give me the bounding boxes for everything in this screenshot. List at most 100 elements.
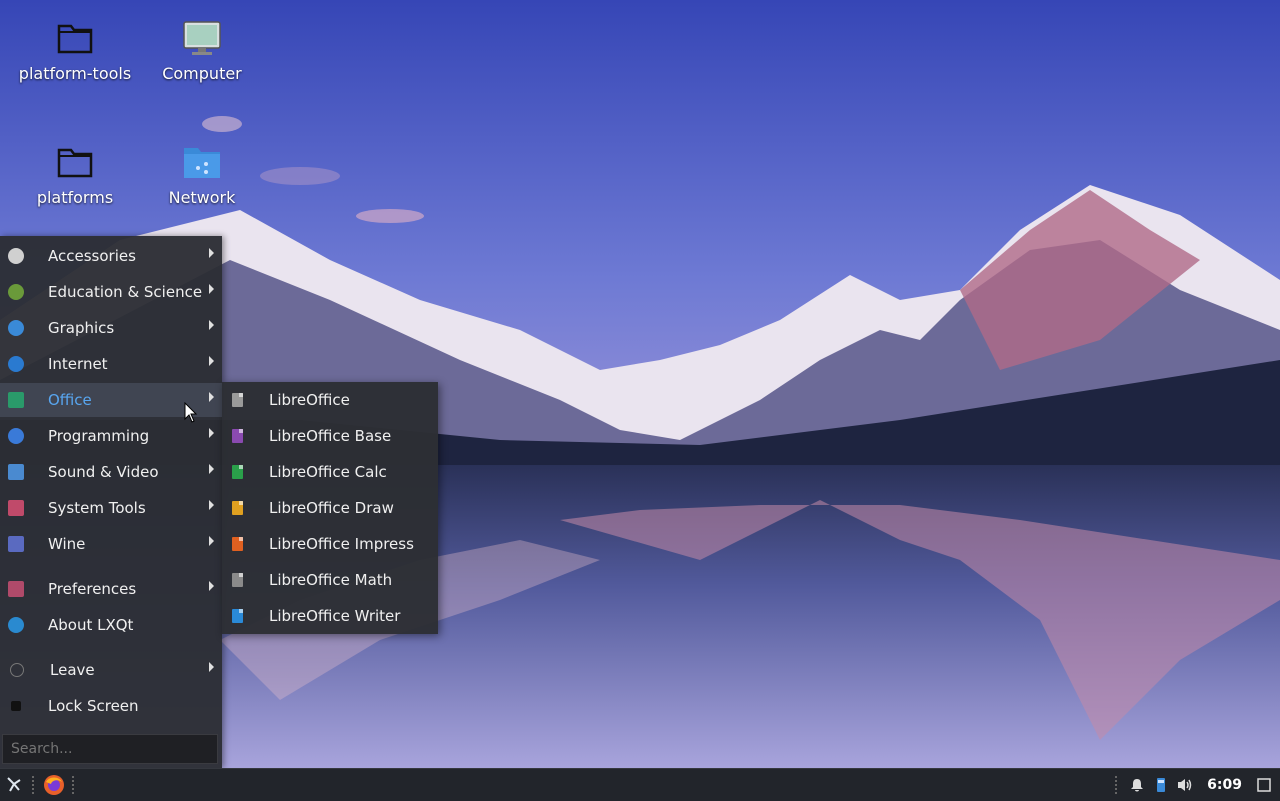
menu-item-internet[interactable]: Internet bbox=[0, 347, 222, 381]
desktop-icon-platforms[interactable]: platforms bbox=[15, 142, 135, 207]
submenu-item-label: LibreOffice bbox=[269, 391, 350, 409]
notification-bell-icon bbox=[1131, 779, 1144, 792]
chevron-right-icon bbox=[209, 428, 214, 438]
lxqt-icon bbox=[8, 617, 24, 633]
menu-item-label: Education & Science bbox=[48, 283, 203, 301]
application-menu: Accessories Education & Science Graphics… bbox=[0, 236, 222, 768]
chevron-right-icon bbox=[209, 500, 214, 510]
office-icon bbox=[8, 392, 24, 408]
taskbar-separator bbox=[72, 776, 76, 794]
menu-item-label: Leave bbox=[50, 661, 95, 679]
desktop-icon-label: platform-tools bbox=[18, 64, 132, 83]
desktop-icon-label: Network bbox=[168, 188, 236, 207]
menu-item-label: Sound & Video bbox=[48, 463, 159, 481]
removable-media-button[interactable] bbox=[1149, 773, 1173, 797]
libreoffice-impress-icon bbox=[232, 537, 243, 551]
menu-item-label: Internet bbox=[48, 355, 108, 373]
chevron-right-icon bbox=[209, 392, 214, 402]
education-icon bbox=[8, 284, 24, 300]
menu-item-system-tools[interactable]: System Tools bbox=[0, 491, 222, 525]
lxqt-menu-icon bbox=[7, 777, 21, 792]
accessories-icon bbox=[8, 248, 24, 264]
libreoffice-calc-icon bbox=[232, 465, 243, 479]
wine-icon bbox=[8, 536, 24, 552]
mouse-cursor-icon bbox=[184, 401, 198, 424]
chevron-right-icon bbox=[209, 248, 214, 258]
chevron-right-icon bbox=[209, 662, 214, 672]
taskbar: 6:09 bbox=[0, 768, 1280, 801]
show-desktop-icon bbox=[1257, 778, 1271, 792]
menu-item-label: Preferences bbox=[48, 580, 137, 598]
volume-icon bbox=[1178, 779, 1192, 791]
menu-item-education-science[interactable]: Education & Science bbox=[0, 275, 222, 309]
graphics-icon bbox=[8, 320, 24, 336]
menu-item-label: Lock Screen bbox=[48, 697, 139, 715]
usb-drive-icon bbox=[1157, 778, 1166, 792]
desktop-icon-network[interactable]: Network bbox=[142, 142, 262, 207]
menu-item-label: System Tools bbox=[48, 499, 146, 517]
desktop-icon-label: platforms bbox=[36, 188, 114, 207]
desktop-icon-label: Computer bbox=[162, 64, 242, 83]
folder-icon bbox=[55, 142, 95, 182]
submenu-item-libreoffice-math[interactable]: LibreOffice Math bbox=[222, 562, 438, 598]
submenu-item-label: LibreOffice Calc bbox=[269, 463, 387, 481]
show-desktop-button[interactable] bbox=[1252, 773, 1276, 797]
menu-item-preferences[interactable]: Preferences bbox=[0, 572, 222, 606]
submenu-item-libreoffice-base[interactable]: LibreOffice Base bbox=[222, 418, 438, 454]
desktop-icon-computer[interactable]: Computer bbox=[142, 18, 262, 83]
menu-item-programming[interactable]: Programming bbox=[0, 419, 222, 453]
submenu-item-libreoffice-impress[interactable]: LibreOffice Impress bbox=[222, 526, 438, 562]
preferences-icon bbox=[8, 581, 24, 597]
lock-icon bbox=[11, 701, 21, 711]
sound-video-icon bbox=[8, 464, 24, 480]
submenu-item-libreoffice[interactable]: LibreOffice bbox=[222, 382, 438, 418]
chevron-right-icon bbox=[209, 536, 214, 546]
firefox-launcher[interactable] bbox=[42, 773, 66, 797]
menu-item-label: Programming bbox=[48, 427, 150, 445]
submenu-item-libreoffice-writer[interactable]: LibreOffice Writer bbox=[222, 598, 438, 634]
programming-icon bbox=[8, 428, 24, 444]
internet-icon bbox=[8, 356, 24, 372]
libreoffice-writer-icon bbox=[232, 609, 243, 623]
chevron-right-icon bbox=[209, 284, 214, 294]
power-icon bbox=[10, 663, 24, 677]
firefox-icon bbox=[44, 775, 64, 795]
menu-item-about-lxqt[interactable]: About LXQt bbox=[0, 608, 222, 642]
network-folder-icon bbox=[182, 142, 222, 182]
submenu-item-libreoffice-calc[interactable]: LibreOffice Calc bbox=[222, 454, 438, 490]
lxqt-menu-button[interactable] bbox=[2, 773, 26, 797]
menu-item-sound-video[interactable]: Sound & Video bbox=[0, 455, 222, 489]
menu-item-label: About LXQt bbox=[48, 616, 134, 634]
menu-item-label: Office bbox=[48, 391, 92, 409]
menu-item-lock-screen[interactable]: Lock Screen bbox=[0, 689, 222, 723]
menu-item-label: Graphics bbox=[48, 319, 115, 337]
chevron-right-icon bbox=[209, 464, 214, 474]
libreoffice-draw-icon bbox=[232, 501, 243, 515]
menu-search-input[interactable] bbox=[2, 734, 218, 764]
desktop-icon-platform-tools[interactable]: platform-tools bbox=[15, 18, 135, 83]
office-submenu: LibreOffice LibreOffice Base LibreOffice… bbox=[222, 382, 438, 634]
submenu-item-label: LibreOffice Writer bbox=[269, 607, 401, 625]
folder-icon bbox=[55, 18, 95, 58]
notification-button[interactable] bbox=[1125, 773, 1149, 797]
chevron-right-icon bbox=[209, 356, 214, 366]
chevron-right-icon bbox=[209, 320, 214, 330]
menu-item-graphics[interactable]: Graphics bbox=[0, 311, 222, 345]
libreoffice-math-icon bbox=[232, 573, 243, 587]
submenu-item-libreoffice-draw[interactable]: LibreOffice Draw bbox=[222, 490, 438, 526]
taskbar-clock[interactable]: 6:09 bbox=[1207, 777, 1242, 793]
submenu-item-label: LibreOffice Base bbox=[269, 427, 392, 445]
computer-icon bbox=[182, 18, 222, 58]
taskbar-separator bbox=[1115, 776, 1119, 794]
menu-item-accessories[interactable]: Accessories bbox=[0, 239, 222, 273]
volume-button[interactable] bbox=[1173, 773, 1197, 797]
menu-item-wine[interactable]: Wine bbox=[0, 527, 222, 561]
libreoffice-icon bbox=[232, 393, 243, 407]
menu-item-label: Accessories bbox=[48, 247, 136, 265]
menu-item-leave[interactable]: Leave bbox=[0, 653, 222, 687]
taskbar-separator bbox=[32, 776, 36, 794]
libreoffice-base-icon bbox=[232, 429, 243, 443]
submenu-item-label: LibreOffice Math bbox=[269, 571, 393, 589]
chevron-right-icon bbox=[209, 581, 214, 591]
system-tools-icon bbox=[8, 500, 24, 516]
